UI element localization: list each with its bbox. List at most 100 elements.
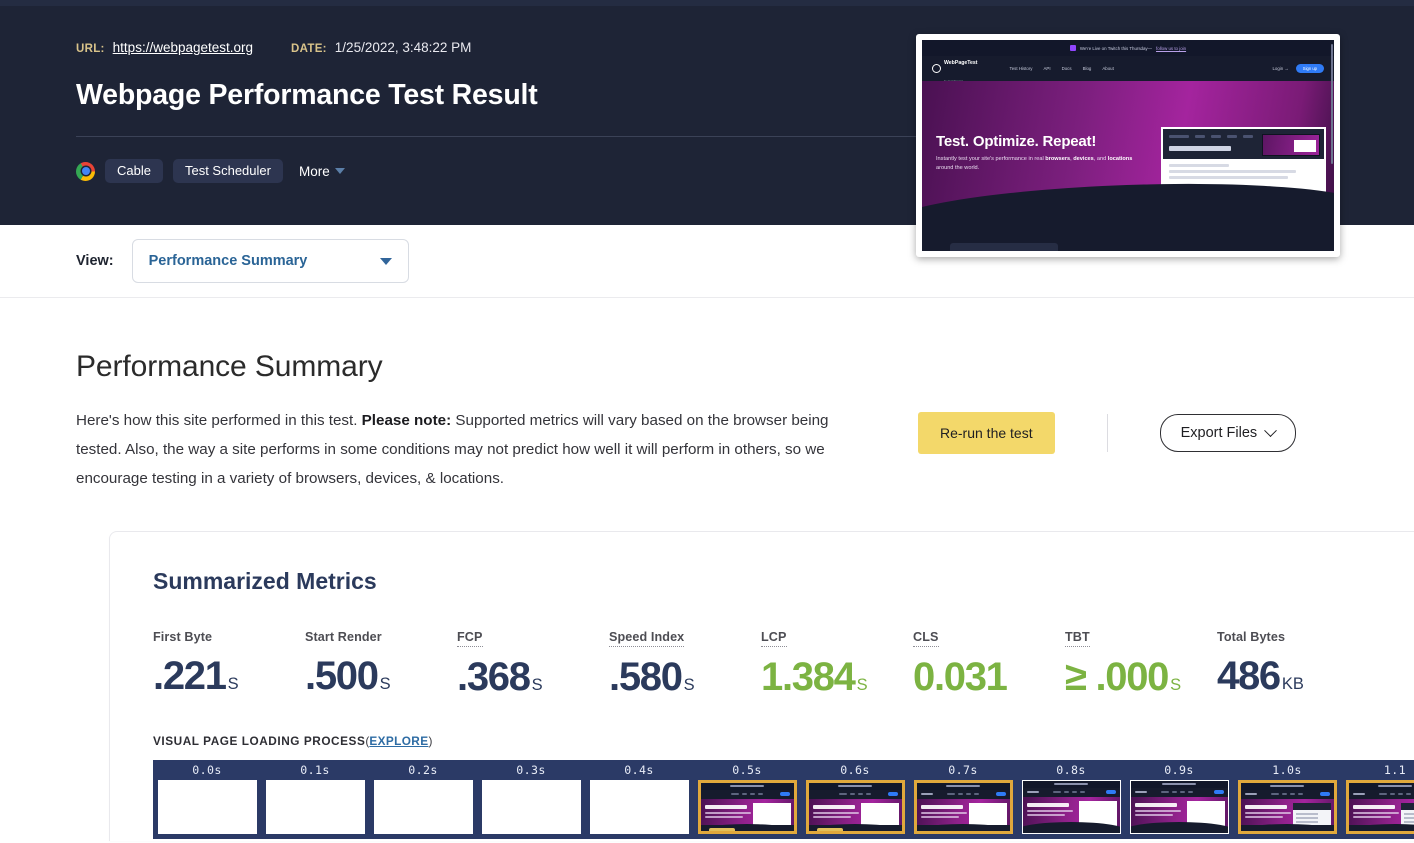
metric-cls: CLS 0.031 (913, 628, 1065, 706)
explore-link[interactable]: EXPLORE (369, 734, 428, 748)
metric-value: .500S (305, 655, 457, 705)
mini-hero-title (1027, 803, 1069, 807)
filmstrip-frame[interactable]: 0.4s (585, 760, 693, 839)
filmstrip-frame[interactable]: 0.9s (1125, 760, 1233, 839)
mini-navbar (809, 790, 902, 799)
mini-nav-link (1379, 793, 1387, 795)
thumbnail-hero-text: Test. Optimize. Repeat! Instantly test y… (936, 133, 1151, 172)
hero-body-bold-browsers: browsers (1045, 156, 1070, 162)
chevron-down-icon (1264, 424, 1277, 437)
hero-body-part-4: around the world. (936, 165, 979, 171)
export-files-label: Export Files (1181, 425, 1258, 441)
metric-value: 486KB (1217, 655, 1369, 705)
filmstrip-frame[interactable]: 0.8s (1017, 760, 1125, 839)
mini-nav-link (1398, 793, 1403, 795)
thumbnail-inner-preview (1262, 134, 1320, 156)
metric-number: 486 (1217, 654, 1280, 698)
thumbnail-login-link: Login → (1272, 66, 1288, 71)
mini-nav-link (1282, 793, 1287, 795)
filmstrip-frame[interactable]: 1.0s (1233, 760, 1341, 839)
view-select[interactable]: Performance Summary (132, 239, 409, 283)
rerun-test-button[interactable]: Re-run the test (918, 412, 1055, 454)
filmstrip-frame[interactable]: 0.6s (801, 760, 909, 839)
inner-frame-4 (1226, 203, 1244, 213)
mini-hero-title (1135, 803, 1177, 807)
mini-hero-line-2 (705, 816, 743, 818)
mini-nav-link (758, 793, 763, 795)
metric-label[interactable]: LCP (761, 630, 787, 647)
view-select-value: Performance Summary (149, 253, 308, 269)
site-screenshot-thumbnail[interactable]: We're Live on Twitch this Thursday— foll… (916, 34, 1340, 257)
mini-nav-link (858, 793, 863, 795)
mini-footer (1023, 827, 1120, 833)
chip-test-scheduler[interactable]: Test Scheduler (173, 159, 283, 183)
mini-footer (809, 825, 902, 831)
mini-banner (1023, 781, 1120, 788)
inner-frame-7 (1283, 203, 1301, 213)
filmstrip-frame[interactable]: 0.2s (369, 760, 477, 839)
thumbnail-inner-metrics: 753 .500 .421 .658 1.094 0.124 2.000 775… (1169, 194, 1318, 199)
metric-label: Total Bytes (1217, 630, 1285, 644)
frame-timestamp: 1.0s (1233, 763, 1341, 779)
thumbnail-nav-test-history: Test History (1010, 66, 1033, 71)
frame-timestamp: 0.1s (261, 763, 369, 779)
inner-metric-1: .500 (1181, 194, 1190, 199)
hero-body-part-1: Instantly test your site's performance i… (936, 156, 1045, 162)
frame-thumbnail (1130, 780, 1229, 834)
body-line-1 (1169, 164, 1229, 167)
tested-url-link[interactable]: https://webpagetest.org (113, 40, 253, 56)
chip-connection[interactable]: Cable (105, 159, 163, 183)
mini-footer (1349, 825, 1414, 831)
thumbnail-navbar: WebPageTest by Catchpoint Test History A… (922, 56, 1334, 81)
date-label: DATE: (291, 41, 327, 57)
nav-placeholder-1 (1169, 135, 1189, 138)
frame-timestamp: 0.2s (369, 763, 477, 779)
metric-value: .580S (609, 656, 761, 706)
thumbnail-hero: Test. Optimize. Repeat! Instantly test y… (922, 81, 1334, 213)
filmstrip-frame[interactable]: 0.7s (909, 760, 1017, 839)
frame-timestamp: 0.8s (1017, 763, 1125, 779)
mini-banner (1241, 783, 1334, 790)
filmstrip-frame[interactable]: 1.1 (1341, 760, 1414, 839)
metric-number: 1.384 (761, 655, 855, 699)
metric-unit: S (380, 675, 391, 693)
metric-label[interactable]: TBT (1065, 630, 1090, 647)
mini-nav-link (839, 793, 847, 795)
filmstrip-frame[interactable]: 0.5s (693, 760, 801, 839)
mini-logo (921, 793, 933, 795)
more-button[interactable]: More (299, 164, 345, 179)
mini-nav-link (974, 793, 979, 795)
export-files-button[interactable]: Export Files (1160, 414, 1297, 452)
thumbnail-hero-title: Test. Optimize. Repeat! (936, 133, 1151, 150)
thumbnail-signup-button: Sign up (1296, 64, 1324, 73)
mini-navbar (1023, 788, 1120, 797)
mini-navbar (1349, 790, 1414, 799)
thumbnail-inner-header (1163, 129, 1324, 159)
filmstrip[interactable]: 0.0s 0.1s 0.2s 0.3s 0.4s 0.5s (153, 760, 1414, 839)
hero-body-bold-locations: locations (1108, 156, 1133, 162)
metric-tbt: TBT ≥ .000S (1065, 628, 1217, 706)
thumbnail-inner-screenshot: 753 .500 .421 .658 1.094 0.124 2.000 775… (1161, 127, 1326, 213)
filmstrip-frame[interactable]: 0.3s (477, 760, 585, 839)
mini-hero-line-1 (813, 812, 859, 814)
metric-first-byte: First Byte .221S (153, 628, 305, 706)
summarized-metrics-card: Summarized Metrics First Byte .221S Star… (109, 531, 1414, 841)
desc-please-note: Please note: (362, 412, 451, 429)
metric-label[interactable]: Speed Index (609, 630, 684, 647)
frame-timestamp: 0.0s (153, 763, 261, 779)
thumbnail-hero-body: Instantly test your site's performance i… (936, 155, 1151, 172)
mini-hero-title (813, 805, 855, 809)
metric-lcp: LCP 1.384S (761, 628, 913, 706)
filmstrip-frame[interactable]: 0.0s (153, 760, 261, 839)
mini-signup-button (1320, 792, 1330, 796)
summary-actions: Re-run the test Export Files (918, 412, 1296, 454)
thumbnail-nav-api: API (1043, 66, 1050, 71)
frame-thumbnail (158, 780, 257, 834)
metric-value: 1.384S (761, 656, 913, 706)
metric-label[interactable]: FCP (457, 630, 483, 647)
metric-label[interactable]: CLS (913, 630, 939, 647)
thumbnail-logo-name: WebPageTest (944, 60, 978, 66)
filmstrip-frame[interactable]: 0.1s (261, 760, 369, 839)
mini-nav-link (1053, 791, 1061, 793)
mini-nav-link (1271, 793, 1279, 795)
